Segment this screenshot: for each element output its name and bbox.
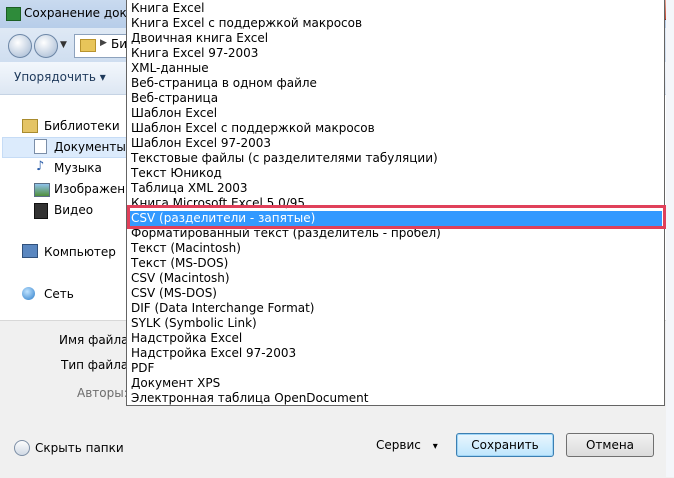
filetype-option[interactable]: SYLK (Symbolic Link) [131, 316, 257, 331]
scrollbar[interactable] [666, 0, 674, 477]
filetype-option[interactable]: Шаблон Excel [131, 106, 217, 121]
filetype-option[interactable]: Текстовые файлы (с разделителями табуляц… [131, 151, 438, 166]
documents-icon [34, 139, 47, 154]
filename-label: Имя файла: [59, 333, 133, 347]
filetype-option[interactable]: XML-данные [131, 61, 209, 76]
filetype-option[interactable]: Текст (Macintosh) [131, 241, 241, 256]
folder-icon [80, 39, 96, 52]
filetype-option[interactable]: Таблица XML 2003 [131, 181, 248, 196]
annotation-highlight-box [127, 205, 666, 229]
filetype-option[interactable]: Текст (MS-DOS) [131, 256, 228, 271]
filetype-option[interactable]: Текст Юникод [131, 166, 222, 181]
filetype-option[interactable]: Надстройка Excel [131, 331, 242, 346]
organize-button[interactable]: Упорядочить ▾ [14, 70, 106, 84]
filetype-dropdown-list[interactable]: Книга Excel Книга Excel с поддержкой макр… [126, 0, 665, 406]
nav-item-music[interactable]: Музыка [54, 161, 102, 175]
tools-label: Сервис [376, 438, 421, 452]
library-icon [22, 119, 38, 133]
excel-app-icon [6, 7, 21, 21]
video-icon [34, 203, 48, 219]
chevron-down-icon: ▾ [99, 70, 106, 84]
hide-folders-button[interactable]: Скрыть папки [35, 441, 124, 455]
music-icon: ♪ [36, 159, 45, 174]
filetype-label: Тип файла: [61, 358, 133, 372]
back-button[interactable] [8, 34, 32, 58]
filetype-option[interactable]: Шаблон Excel 97-2003 [131, 136, 271, 151]
computer-icon [22, 244, 38, 258]
recent-locations-dropdown-icon[interactable]: ▼ [60, 40, 67, 50]
filetype-option[interactable]: PDF [131, 361, 154, 376]
network-icon [22, 287, 35, 300]
filetype-option[interactable]: DIF (Data Interchange Format) [131, 301, 315, 316]
chevron-up-icon[interactable] [14, 440, 30, 456]
filetype-option[interactable]: Надстройка Excel 97-2003 [131, 346, 296, 361]
filetype-option[interactable]: Книга Excel с поддержкой макросов [131, 16, 362, 31]
nav-item-computer[interactable]: Компьютер [44, 245, 116, 259]
filetype-option[interactable]: Веб-страница [131, 91, 218, 106]
nav-item-video[interactable]: Видео [54, 203, 93, 217]
nav-item-libraries[interactable]: Библиотеки [44, 119, 120, 133]
filetype-option[interactable]: Шаблон Excel с поддержкой макросов [131, 121, 375, 136]
filetype-option[interactable]: Электронная таблица OpenDocument [131, 391, 368, 405]
filetype-option[interactable]: Двоичная книга Excel [131, 31, 268, 46]
filetype-option[interactable]: Веб-страница в одном файле [131, 76, 317, 91]
tools-button[interactable]: Сервис ▾ [376, 438, 438, 452]
filetype-option[interactable]: Документ XPS [131, 376, 220, 391]
pictures-icon [34, 183, 50, 197]
save-button[interactable]: Сохранить [456, 433, 554, 457]
filetype-option[interactable]: Книга Excel [131, 1, 204, 16]
organize-label: Упорядочить [14, 70, 96, 84]
chevron-right-icon[interactable]: ▶ [100, 38, 107, 48]
filetype-option[interactable]: CSV (Macintosh) [131, 271, 230, 286]
filetype-option[interactable]: CSV (MS-DOS) [131, 286, 217, 301]
chevron-down-icon: ▾ [432, 441, 438, 452]
cancel-button[interactable]: Отмена [566, 433, 654, 457]
nav-item-documents[interactable]: Документы [54, 140, 126, 154]
nav-item-network[interactable]: Сеть [44, 287, 74, 301]
authors-label: Авторы: [77, 386, 128, 400]
forward-button[interactable] [34, 34, 58, 58]
filetype-option[interactable]: Книга Excel 97-2003 [131, 46, 258, 61]
